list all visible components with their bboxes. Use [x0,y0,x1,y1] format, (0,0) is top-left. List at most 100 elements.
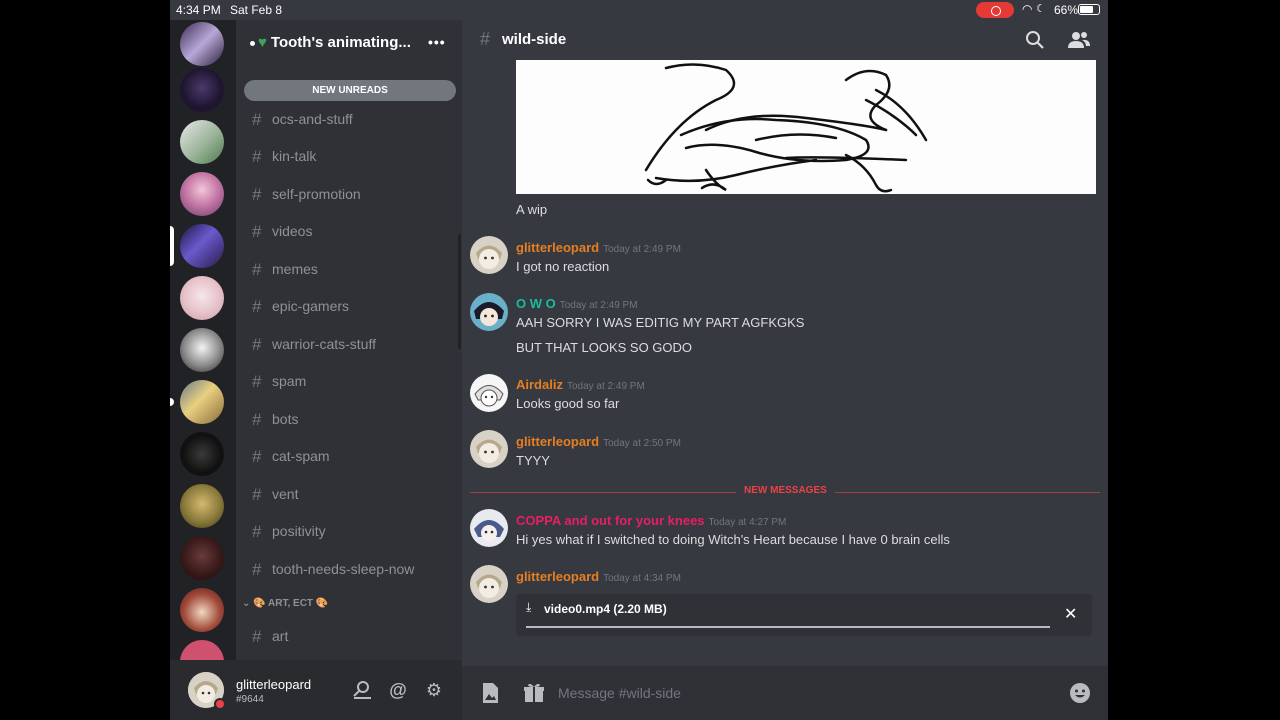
channel-item-memes[interactable]: # memes [236,254,462,284]
message-author[interactable]: O W O [516,296,556,311]
status-time: 4:34 PM [176,3,221,17]
channel-item-warrior-cats-stuff[interactable]: # warrior-cats-stuff [236,329,462,359]
message-timestamp: Today at 2:49 PM [603,244,681,255]
message-author[interactable]: Airdaliz [516,377,563,392]
channel-name: ocs-and-stuff [272,111,353,127]
server-icon[interactable] [180,68,224,112]
hashtag-icon: # [252,185,262,204]
channel-item-epic-gamers[interactable]: # epic-gamers [236,291,462,321]
channel-item-ocs-and-stuff[interactable]: # ocs-and-stuff [236,104,462,134]
server-icon[interactable] [180,172,224,216]
message-header: COPPA and out for your knees Today at 4:2… [516,513,786,528]
message-author[interactable]: glitterleopard [516,434,599,449]
channel-name: positivity [272,523,326,539]
channel-item-art[interactable]: # art [236,621,462,651]
avatar[interactable] [470,293,508,331]
unread-indicator [170,398,174,406]
mentions-icon[interactable]: @ [386,678,410,702]
hashtag-icon: # [252,522,262,541]
close-icon[interactable]: ✕ [1064,604,1077,624]
hashtag-icon: # [252,147,262,166]
new-messages-label: NEW MESSAGES [736,485,835,496]
channel-item-positivity[interactable]: # positivity [236,516,462,546]
channel-item-self-promotion[interactable]: # self-promotion [236,179,462,209]
hashtag-icon: # [252,297,262,316]
user-discriminator: #9644 [236,694,264,705]
message-timestamp: Today at 2:49 PM [566,381,645,392]
channel-name: bots [272,411,299,427]
find-friends-icon[interactable] [350,678,374,702]
channel-name: spam [272,373,307,389]
channel-item-vent[interactable]: # vent [236,479,462,509]
message-text: Looks good so far [516,396,620,411]
message-author[interactable]: glitterleopard [516,569,599,584]
server-icon[interactable] [180,380,224,424]
battery-percent: 66% [1054,3,1079,17]
message-timestamp: Today at 4:27 PM [708,517,787,528]
channel-item-tooth-needs-sleep-now[interactable]: # tooth-needs-sleep-now [236,554,462,584]
message-author[interactable]: COPPA and out for your knees [516,513,705,528]
message-timestamp: Today at 4:34 PM [603,573,681,584]
discord-app: 4:34 PM Sat Feb 8 ◠ ☾ 66% ♥ Tooth's anima… [170,0,1108,720]
search-icon[interactable] [1023,28,1047,52]
gift-icon[interactable] [522,681,546,705]
server-icon[interactable] [180,224,224,268]
members-icon[interactable] [1067,28,1091,52]
server-icon[interactable] [180,588,224,632]
avatar[interactable] [470,374,508,412]
server-name[interactable]: ♥ Tooth's animating... [250,34,411,51]
channel-item-cat-spam[interactable]: # cat-spam [236,441,462,471]
avatar-art [470,509,508,547]
sidebar-scrollbar[interactable] [458,234,461,349]
find-friends-glyph [353,681,371,699]
server-icon[interactable] [180,120,224,164]
hashtag-icon: # [252,447,262,466]
hashtag-icon: # [252,372,262,391]
chat-area: # wild-side A wip glitterleopard Today a… [462,20,1108,720]
avatar[interactable] [470,565,508,603]
channel-name: kin-talk [272,148,317,164]
channel-name: self-promotion [272,186,361,202]
settings-gear-icon[interactable]: ⚙ [422,678,446,702]
wifi-icon: ◠ [1022,2,1033,16]
upload-progress: ⤓ video0.mp4 (2.20 MB) ✕ [516,594,1092,636]
hashtag-icon: # [480,29,491,49]
emoji-icon[interactable] [1068,681,1092,705]
message-list[interactable]: A wip glitterleopard Today at 2:49 PM I g… [462,60,1108,666]
hashtag-icon: # [252,485,262,504]
message-author[interactable]: glitterleopard [516,240,599,255]
channel-item-spam[interactable]: # spam [236,366,462,396]
server-icon[interactable] [180,536,224,580]
server-icon[interactable] [180,432,224,476]
message-input[interactable] [558,674,1068,712]
user-panel: glitterleopard #9644 @ ⚙ [170,660,462,720]
channel-item-videos[interactable]: # videos [236,216,462,246]
channel-item-bots[interactable]: # bots [236,404,462,434]
avatar-art [470,430,508,468]
server-icon[interactable] [180,640,224,660]
category-art[interactable]: ⌄ 🎨 ART, ECT 🎨 [242,598,328,609]
avatar-art [470,565,508,603]
avatar[interactable] [470,509,508,547]
avatar[interactable] [470,430,508,468]
server-icon[interactable] [180,22,224,66]
server-icon[interactable] [180,484,224,528]
server-icon[interactable] [180,328,224,372]
avatar-art [470,374,508,412]
channel-item-kin-talk[interactable]: # kin-talk [236,141,462,171]
hashtag-icon: # [252,222,262,241]
image-attachment[interactable] [516,60,1096,194]
selected-server-indicator [170,226,174,266]
server-icon[interactable] [180,276,224,320]
server-menu-icon[interactable]: ••• [428,34,446,50]
channel-title: wild-side [502,31,567,48]
chevron-down-icon: ⌄ [242,598,251,609]
avatar[interactable] [470,236,508,274]
upload-file: video0.mp4 (2.20 MB) [544,602,667,616]
new-unreads-button[interactable]: NEW UNREADS [244,80,456,101]
channel-name: tooth-needs-sleep-now [272,561,415,577]
message-text: BUT THAT LOOKS SO GODO [516,340,693,355]
upload-image-icon[interactable] [478,681,502,705]
channel-name: vent [272,486,299,502]
unread-dot-icon [250,40,255,46]
